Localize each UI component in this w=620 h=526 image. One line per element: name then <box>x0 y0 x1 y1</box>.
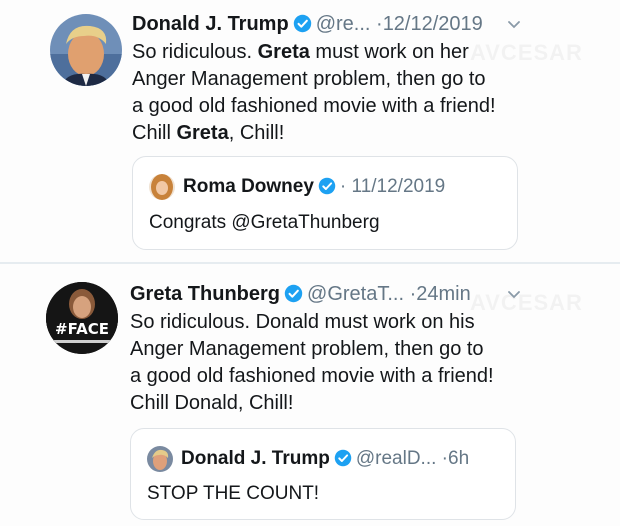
verified-badge-icon <box>284 284 303 309</box>
quoted-timestamp: 11/12/2019 <box>351 176 446 197</box>
text-segment: Chill <box>132 122 177 144</box>
quoted-timestamp: 6h <box>448 448 470 469</box>
author-handle[interactable]: @GretaT... <box>307 283 404 305</box>
tweet-greta[interactable]: #FACE Greta Thunberg @GretaT... ·24min So… <box>0 264 620 526</box>
tweet-text-line: Anger Management problem, then go to <box>130 338 484 360</box>
author-name[interactable]: Donald J. Trump <box>132 13 289 35</box>
quoted-header: Roma Downey · 11/12/2019 <box>183 175 445 202</box>
tweet-text-line: a good old fashioned movie with a friend… <box>132 95 496 117</box>
avatar[interactable]: #FACE <box>46 282 118 354</box>
quoted-author-name: Donald J. Trump <box>181 448 330 469</box>
tweet-text-line: So ridiculous. Donald must work on his <box>130 311 475 333</box>
quoted-tweet[interactable]: Roma Downey · 11/12/2019 Congrats @GretaT… <box>132 156 518 250</box>
verified-badge-icon <box>293 14 312 39</box>
quoted-author-name: Roma Downey <box>183 176 314 197</box>
quoted-text: Congrats @GretaThunberg <box>149 212 380 233</box>
trump-avatar-small-image <box>147 446 173 472</box>
text-segment: , Chill! <box>228 122 285 144</box>
roma-avatar-image <box>149 174 175 200</box>
author-handle[interactable]: @re... <box>316 13 371 35</box>
tweet-text: So ridiculous. Greta must work on her An… <box>132 39 552 147</box>
quoted-text: STOP THE COUNT! <box>147 483 320 504</box>
separator-dot: · <box>339 176 347 197</box>
chevron-down-icon[interactable] <box>506 286 522 307</box>
tweet-text-line: Chill Donald, Chill! <box>130 392 294 414</box>
author-name[interactable]: Greta Thunberg <box>130 283 280 305</box>
chevron-down-icon[interactable] <box>506 16 522 37</box>
tweet-text: So ridiculous. Donald must work on his A… <box>130 309 550 417</box>
quoted-tweet[interactable]: Donald J. Trump @realD... ·6h STOP THE CO… <box>130 428 516 520</box>
avatar[interactable] <box>50 14 122 86</box>
avatar <box>149 174 175 200</box>
tweet-text-line: a good old fashioned movie with a friend… <box>130 365 494 387</box>
text-bold-segment: Greta <box>257 41 310 63</box>
tweet-header: Greta Thunberg @GretaT... ·24min <box>130 282 471 309</box>
tweet-text-line: Anger Management problem, then go to <box>132 68 486 90</box>
trump-avatar-image <box>50 14 122 86</box>
avatar <box>147 446 173 472</box>
screenshot-page: AVCESAR AVCESAR Donald J. Trump@re... ·1… <box>0 0 620 526</box>
verified-badge-icon <box>334 449 352 474</box>
verified-badge-icon <box>318 177 336 202</box>
quoted-header: Donald J. Trump @realD... ·6h <box>181 447 469 474</box>
avatar-label: #FACE <box>55 320 109 338</box>
tweet-header: Donald J. Trump @re... ·12/12/2019 <box>132 12 483 39</box>
quoted-author-handle: @realD... <box>355 448 437 469</box>
timestamp[interactable]: 12/12/2019 <box>383 13 483 35</box>
tweet-trump[interactable]: Donald J. Trump @re... ·12/12/2019 So rid… <box>0 0 620 262</box>
separator-dot: · <box>376 13 383 35</box>
text-bold-segment: Greta <box>176 122 229 144</box>
greta-avatar-image <box>46 282 118 354</box>
text-segment: must work on her <box>309 41 469 63</box>
tweet-text-line: So ridiculous. Greta must work on her <box>132 39 552 66</box>
text-segment: So ridiculous. <box>132 41 258 63</box>
tweet-text-line: Chill Greta, Chill! <box>132 120 552 147</box>
timestamp[interactable]: 24min <box>416 283 470 305</box>
